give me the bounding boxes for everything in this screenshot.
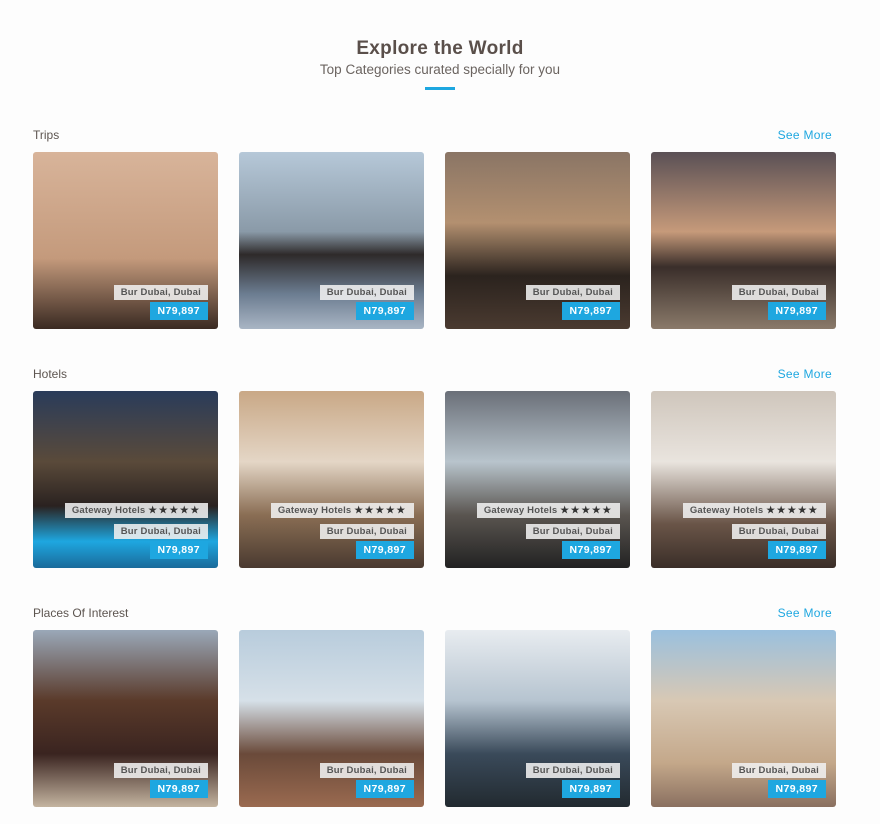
price-badge: N79,897: [149, 302, 208, 320]
section-title: Trips: [33, 128, 60, 142]
hotel-label: Gateway Hotels ★★★★★: [476, 503, 620, 518]
price-badge: N79,897: [767, 541, 826, 559]
price-badge: N79,897: [355, 302, 414, 320]
location-label: Bur Dubai, Dubai: [731, 524, 826, 539]
category-card[interactable]: Bur Dubai, Dubai N79,897: [445, 152, 630, 329]
hotel-name: Gateway Hotels: [483, 505, 558, 516]
location-label: Bur Dubai, Dubai: [731, 763, 826, 778]
page-subtitle: Top Categories curated specially for you: [319, 62, 561, 77]
page-header: Explore the World Top Categories curated…: [0, 38, 880, 90]
location-label: Bur Dubai, Dubai: [113, 285, 208, 300]
price-badge: N79,897: [561, 541, 620, 559]
price-badge: N79,897: [355, 541, 414, 559]
see-more-link[interactable]: See More: [778, 367, 832, 384]
category-card[interactable]: Gateway Hotels ★★★★★ Bur Dubai, Dubai N79,…: [651, 391, 836, 568]
category-card[interactable]: Bur Dubai, Dubai N79,897: [33, 152, 218, 329]
category-card[interactable]: Bur Dubai, Dubai N79,897: [651, 630, 836, 807]
section-places-of-interest: Places Of Interest See More Bur Dubai, D…: [33, 606, 837, 807]
price-badge: N79,897: [767, 780, 826, 798]
hotel-label: Gateway Hotels ★★★★★: [270, 503, 414, 518]
location-label: Bur Dubai, Dubai: [319, 763, 414, 778]
hotel-name: Gateway Hotels: [71, 505, 146, 516]
hotel-name: Gateway Hotels: [689, 505, 764, 516]
category-card[interactable]: Gateway Hotels ★★★★★ Bur Dubai, Dubai N79,…: [33, 391, 218, 568]
category-card[interactable]: Bur Dubai, Dubai N79,897: [445, 630, 630, 807]
page-title: Explore the World: [356, 38, 524, 59]
location-label: Bur Dubai, Dubai: [319, 524, 414, 539]
star-rating: ★★★★★: [560, 505, 613, 516]
see-more-link[interactable]: See More: [778, 128, 832, 145]
category-card[interactable]: Gateway Hotels ★★★★★ Bur Dubai, Dubai N79,…: [239, 391, 424, 568]
location-label: Bur Dubai, Dubai: [731, 285, 826, 300]
location-label: Bur Dubai, Dubai: [319, 285, 414, 300]
star-rating: ★★★★★: [766, 505, 819, 516]
location-label: Bur Dubai, Dubai: [525, 285, 620, 300]
location-label: Bur Dubai, Dubai: [113, 763, 208, 778]
hotel-label: Gateway Hotels ★★★★★: [64, 503, 208, 518]
section-trips: Trips See More Bur Dubai, Dubai N79,897 B…: [33, 128, 837, 329]
category-card[interactable]: Bur Dubai, Dubai N79,897: [651, 152, 836, 329]
section-title: Places Of Interest: [33, 606, 129, 620]
location-label: Bur Dubai, Dubai: [525, 763, 620, 778]
category-card[interactable]: Bur Dubai, Dubai N79,897: [239, 630, 424, 807]
hotel-name: Gateway Hotels: [277, 505, 352, 516]
price-badge: N79,897: [767, 302, 826, 320]
title-underline: [425, 87, 455, 90]
section-hotels: Hotels See More Gateway Hotels ★★★★★ Bur D…: [33, 367, 837, 568]
star-rating: ★★★★★: [148, 505, 201, 516]
star-rating: ★★★★★: [354, 505, 407, 516]
price-badge: N79,897: [149, 780, 208, 798]
price-badge: N79,897: [561, 780, 620, 798]
category-card[interactable]: Bur Dubai, Dubai N79,897: [33, 630, 218, 807]
price-badge: N79,897: [561, 302, 620, 320]
location-label: Bur Dubai, Dubai: [525, 524, 620, 539]
see-more-link[interactable]: See More: [778, 606, 832, 623]
category-card[interactable]: Bur Dubai, Dubai N79,897: [239, 152, 424, 329]
hotel-label: Gateway Hotels ★★★★★: [682, 503, 826, 518]
category-card[interactable]: Gateway Hotels ★★★★★ Bur Dubai, Dubai N79,…: [445, 391, 630, 568]
location-label: Bur Dubai, Dubai: [113, 524, 208, 539]
section-title: Hotels: [33, 367, 68, 381]
price-badge: N79,897: [149, 541, 208, 559]
price-badge: N79,897: [355, 780, 414, 798]
